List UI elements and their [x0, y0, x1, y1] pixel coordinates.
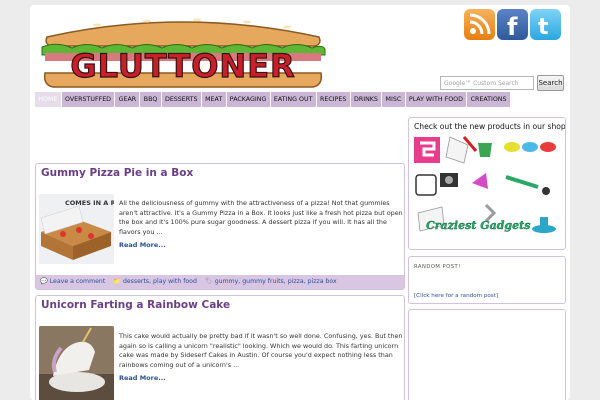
- nav-item-gear[interactable]: GEAR: [115, 92, 140, 107]
- rss-icon[interactable]: [464, 9, 495, 40]
- search-button[interactable]: Search: [537, 75, 564, 91]
- read-more-link[interactable]: Read More...: [119, 374, 166, 382]
- twitter-icon[interactable]: t: [530, 9, 561, 40]
- shop-widget-title: Check out the new products in our shop!: [414, 122, 566, 131]
- read-more-link[interactable]: Read More...: [119, 241, 166, 249]
- leave-comment-link[interactable]: Leave a comment: [50, 275, 106, 289]
- tags-links[interactable]: gummy, gummy fruits, pizza, pizza box: [215, 275, 337, 289]
- site-logo[interactable]: GLUTTONER: [37, 11, 327, 91]
- tag-icon: 🏷: [204, 278, 213, 285]
- post-excerpt: All the deliciousness of gummy with the …: [119, 199, 403, 236]
- nav-item-eating-out[interactable]: EATING OUT: [270, 92, 316, 107]
- unicorn-cake-image: [39, 326, 114, 400]
- post-thumbnail[interactable]: [39, 326, 114, 400]
- random-post-widget: RANDOM POST! [Click here for a random po…: [408, 256, 566, 304]
- folder-icon: 📁: [113, 278, 121, 285]
- nav-item-misc[interactable]: MISC: [382, 92, 405, 107]
- facebook-icon[interactable]: f: [497, 9, 528, 40]
- nav-item-desserts[interactable]: DESSERTS: [161, 92, 201, 107]
- random-post-link[interactable]: [Click here for a random post]: [414, 293, 498, 299]
- shop-widget: Check out the new products in our shop!: [408, 117, 566, 250]
- post-card: Gummy Pizza Pie in a Box COMES IN A RE A…: [35, 163, 405, 290]
- nav-item-packaging[interactable]: PACKAGING: [226, 92, 270, 107]
- svg-text:f: f: [507, 13, 518, 40]
- post-thumbnail[interactable]: COMES IN A RE: [39, 194, 114, 264]
- nav-item-overstuffed[interactable]: OVERSTUFFED: [61, 92, 115, 107]
- page: GLUTTONER f t Google™ Custom Search Sear…: [30, 5, 570, 400]
- logo-text: GLUTTONER: [70, 47, 296, 85]
- post-meta: 💬 Leave a comment 📁 desserts, play with fo…: [36, 275, 404, 289]
- shop-logo-text: Craziest Gadgets: [426, 219, 531, 232]
- post-title[interactable]: Gummy Pizza Pie in a Box: [41, 167, 193, 179]
- random-post-title: RANDOM POST!: [414, 264, 461, 270]
- categories-links[interactable]: desserts, play with food: [123, 275, 197, 289]
- post-card: Unicorn Farting a Rainbow Cake This cake…: [35, 295, 405, 400]
- shop-banner[interactable]: Craziest Gadgets: [412, 133, 562, 245]
- nav-item-drinks[interactable]: DRINKS: [350, 92, 382, 107]
- nav-item-home[interactable]: HOME: [35, 92, 61, 107]
- search-input[interactable]: Google™ Custom Search: [440, 76, 534, 90]
- svg-text:t: t: [538, 15, 549, 40]
- nav-item-bbq[interactable]: BBQ: [140, 92, 161, 107]
- nav-item-creations[interactable]: CREATIONS: [467, 92, 510, 107]
- comment-icon: 💬: [40, 278, 48, 285]
- nav-item-meat[interactable]: MEAT: [201, 92, 226, 107]
- nav-item-recipes[interactable]: RECIPES: [316, 92, 350, 107]
- nav-item-play-with-food[interactable]: PLAY WITH FOOD: [405, 92, 467, 107]
- post-excerpt: This cake would actually be pretty bad i…: [119, 332, 403, 369]
- post-title[interactable]: Unicorn Farting a Rainbow Cake: [41, 299, 230, 311]
- main-nav: HOME OVERSTUFFED GEAR BBQ DESSERTS MEAT …: [35, 92, 565, 107]
- thumb-caption: COMES IN A RE: [65, 199, 114, 207]
- sidebar-widget: [408, 309, 566, 400]
